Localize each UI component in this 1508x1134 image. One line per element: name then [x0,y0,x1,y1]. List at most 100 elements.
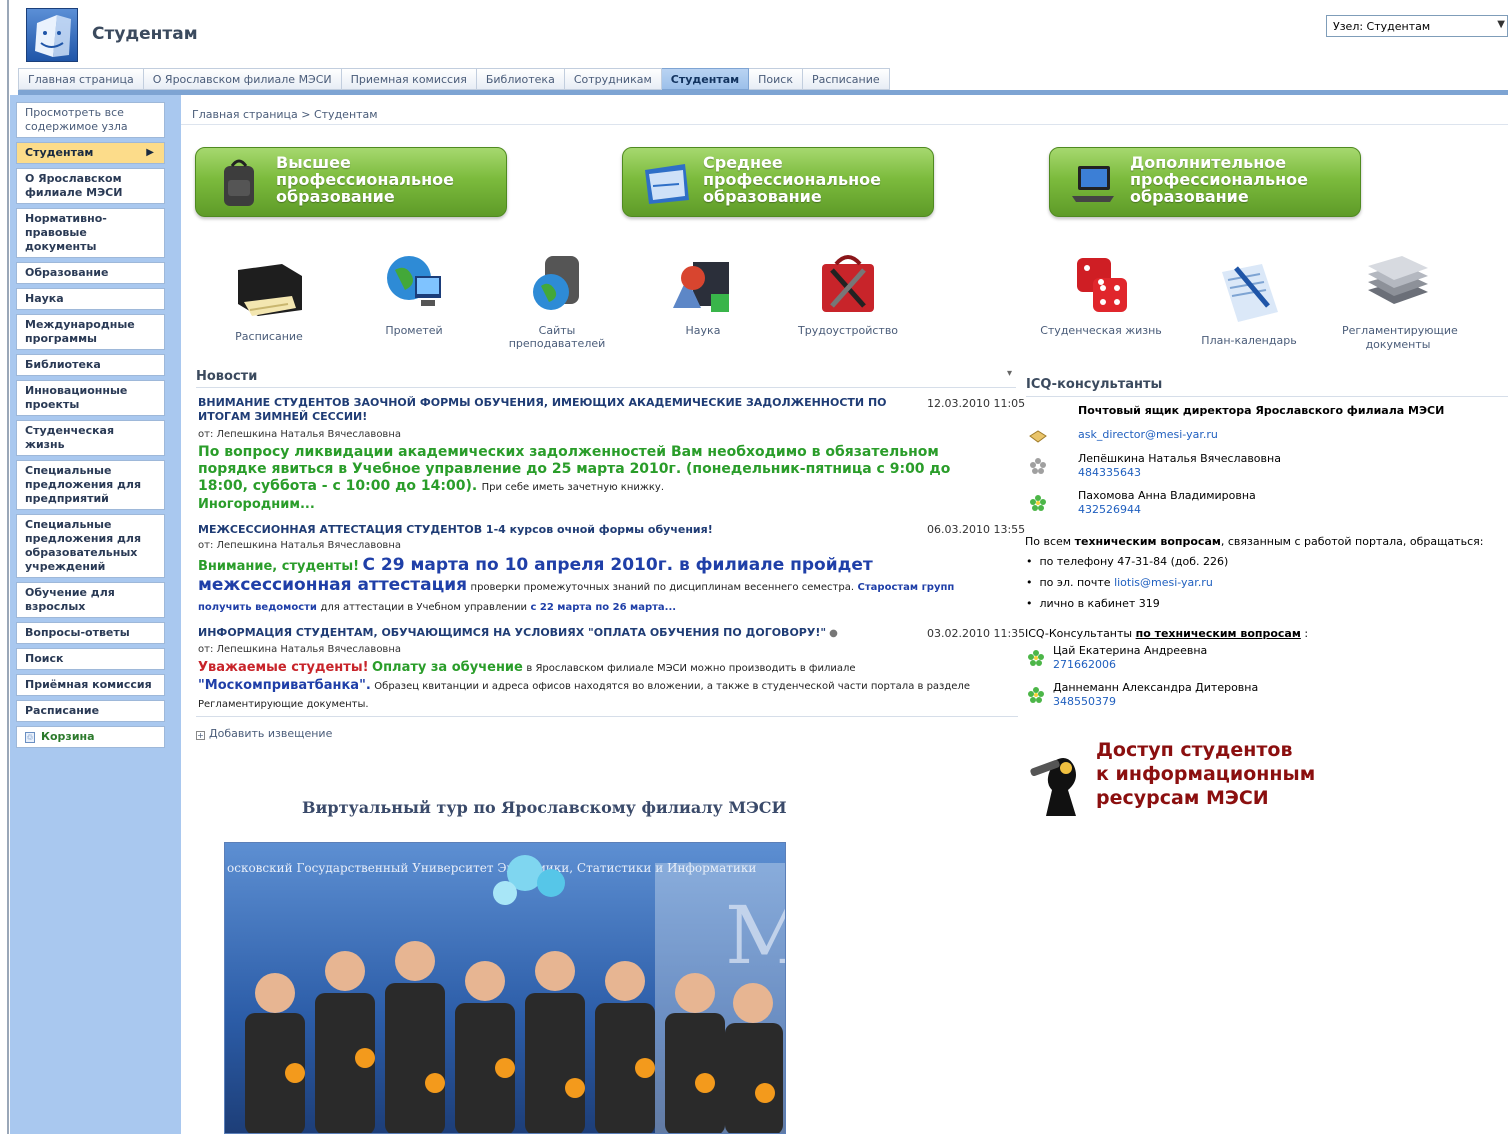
icq-online-flower-icon [1030,495,1046,514]
breadcrumb[interactable]: Главная страница > Студентам [192,108,378,121]
news-divider [196,716,1018,717]
tab-staff[interactable]: Сотрудникам [564,68,662,90]
tile-prometheus[interactable]: Прометей [366,250,462,337]
consultant-icq-number[interactable]: 432526944 [1078,503,1141,516]
sidebar-item-admissions[interactable]: Приёмная комиссия [16,674,165,696]
director-email-link[interactable]: ask_director@mesi-yar.ru [1078,428,1218,441]
sidebar-item-schedule[interactable]: Расписание [16,700,165,722]
consultant-icq-number[interactable]: 348550379 [1053,695,1116,708]
news-item-title[interactable]: ВНИМАНИЕ СТУДЕНТОВ ЗАОЧНОЙ ФОРМЫ ОБУЧЕНИ… [198,396,918,424]
sidebar-item-faq[interactable]: Вопросы-ответы [16,622,165,644]
student-access-link[interactable]: Доступ студентов к информационным ресурсам… [1096,738,1315,810]
additional-education-button[interactable]: Дополнительное профессиональное образовани… [1049,147,1361,217]
tile-schedule[interactable]: Расписание [218,258,320,343]
news-item-title[interactable]: ИНФОРМАЦИЯ СТУДЕНТАМ, ОБУЧАЮЩИМСЯ НА УСЛ… [198,626,918,640]
tile-label: Регламентирующие документы [1342,324,1458,351]
attachment-icon: ● [829,628,838,639]
news-item-author: от: Лепешкина Наталья Вячеславовна [198,540,401,551]
sidebar-view-all[interactable]: Просмотреть все содержимое узла [16,102,165,138]
sidebar-item-search[interactable]: Поиск [16,648,165,670]
tech-support-intro: По всем техническим вопросам, связанным … [1025,535,1484,548]
sidebar-item-students[interactable]: Студентам ▶ [16,142,165,164]
tile-label: Трудоустройство [798,324,899,337]
secondary-education-label: Среднее профессиональное образование [703,153,881,206]
tile-label: Сайты преподавателей [508,324,606,350]
site-select-value: Узел: Студентам [1333,20,1431,33]
sidebar-item-adult-education[interactable]: Обучение для взрослых [16,582,165,618]
tile-plan-calendar[interactable]: План-календарь [1196,258,1302,347]
consultant-icq-number[interactable]: 484335643 [1078,466,1141,479]
icq-online-flower-icon [1028,687,1044,706]
tile-science[interactable]: Наука [662,254,744,337]
tech-icq-heading: ICQ-Консультанты по техническим вопросам… [1025,627,1309,640]
folder-icon [645,164,689,204]
secondary-education-button[interactable]: Среднее профессиональное образование [622,147,934,217]
news-item-author: от: Лепешкина Наталья Вячеславовна [198,644,401,655]
sidebar-item-science[interactable]: Наука [16,288,165,310]
tech-support-email-link[interactable]: liotis@mesi-yar.ru [1114,576,1213,589]
researcher-telescope-icon[interactable] [1028,750,1094,825]
sidebar-item-offers-education[interactable]: Специальные предложения для образователь… [16,514,165,578]
virtual-tour-photo[interactable]: осковский Государственный Университет Эк… [224,842,786,1134]
news-item-author: от: Лепешкина Наталья Вячеславовна [198,429,401,440]
recycle-bin-icon: ♲ [25,731,35,743]
tab-admissions[interactable]: Приемная комиссия [341,68,477,90]
higher-education-button[interactable]: Высшее профессиональное образование [195,147,507,217]
tab-students[interactable]: Студентам [661,68,750,90]
consultant-name: Даннеманн Александра Дитеровна [1053,681,1259,694]
tile-label: Прометей [385,324,443,337]
virtual-tour-title[interactable]: Виртуальный тур по Ярославскому филиалу … [302,798,787,817]
consultant-icq-number[interactable]: 271662006 [1053,658,1116,671]
tile-employment[interactable]: Трудоустройство [798,250,898,337]
additional-education-label: Дополнительное профессиональное образовани… [1130,153,1308,206]
sidebar-item-recycle-bin[interactable]: ♲ Корзина [16,726,165,748]
tab-search[interactable]: Поиск [749,68,803,90]
svg-text:M: M [725,889,786,982]
tab-library[interactable]: Библиотека [476,68,565,90]
tech-support-phone: • по телефону 47-31-84 (доб. 226) [1026,555,1229,568]
left-border [7,0,9,1134]
tech-support-email: • по эл. почте liotis@mesi-yar.ru [1026,576,1213,589]
news-item-body: По вопросу ликвидации академических задо… [198,444,951,512]
mail-icon [1028,430,1048,447]
consultant-name: Цай Екатерина Андреевна [1053,644,1208,657]
group-photo-image: M [245,855,786,1133]
consultant-name: Лепёшкина Наталья Вячеславовна [1078,452,1281,465]
site-select[interactable]: Узел: Студентам ▼ [1326,15,1508,37]
tile-label: Наука [685,324,721,337]
tile-regulatory-docs[interactable]: Регламентирующие документы [1342,250,1458,352]
news-header: Новости ▾ [196,366,1016,388]
icq-header: ICQ-консультанты [1026,377,1508,397]
globe-computer-icon [387,256,441,306]
sidebar-item-about[interactable]: О Ярославском филиале МЭСИ [16,168,165,204]
news-item-date: 03.02.2010 11:35 [927,627,1026,640]
tab-home[interactable]: Главная страница [18,68,144,90]
sidebar-item-innovation[interactable]: Инновационные проекты [16,380,165,416]
sidebar-item-label: Корзина [41,730,95,743]
sidebar-item-library[interactable]: Библиотека [16,354,165,376]
icq-online-flower-icon [1028,650,1044,669]
news-item-date: 06.03.2010 13:55 [927,523,1026,536]
tab-schedule[interactable]: Расписание [802,68,890,90]
higher-education-label: Высшее профессиональное образование [276,153,454,206]
sidebar-item-student-life[interactable]: Студенческая жизнь [16,420,165,456]
web-part-menu-icon[interactable]: ▾ [1007,368,1012,379]
tile-label: План-календарь [1201,334,1297,347]
news-item-title[interactable]: МЕЖСЕССИОННАЯ АТТЕСТАЦИЯ СТУДЕНТОВ 1-4 к… [198,523,918,537]
news-header-title: Новости [196,369,258,384]
sidebar-item-international[interactable]: Международные программы [16,314,165,350]
news-item-body: Внимание, студенты! С 29 марта по 10 апр… [198,555,955,614]
science-shapes-icon [673,262,729,312]
tab-about[interactable]: О Ярославском филиале МЭСИ [143,68,342,90]
news-item-date: 12.03.2010 11:05 [927,397,1026,410]
director-mailbox-title: Почтовый ящик директора Ярославского фил… [1078,404,1445,417]
sidebar-item-offers-business[interactable]: Специальные предложения для предприятий [16,460,165,510]
site-logo-icon[interactable] [26,8,78,62]
sidebar-item-legal-docs[interactable]: Нормативно-правовые документы [16,208,165,258]
add-notice-link[interactable]: + Добавить извещение [196,727,332,740]
globe-backpack-icon [533,256,579,310]
arrow-right-icon: ▶ [146,147,154,158]
tile-teacher-sites[interactable]: Сайты преподавателей [490,250,624,350]
tile-student-life[interactable]: Студенческая жизнь [1040,250,1162,337]
sidebar-item-education[interactable]: Образование [16,262,165,284]
